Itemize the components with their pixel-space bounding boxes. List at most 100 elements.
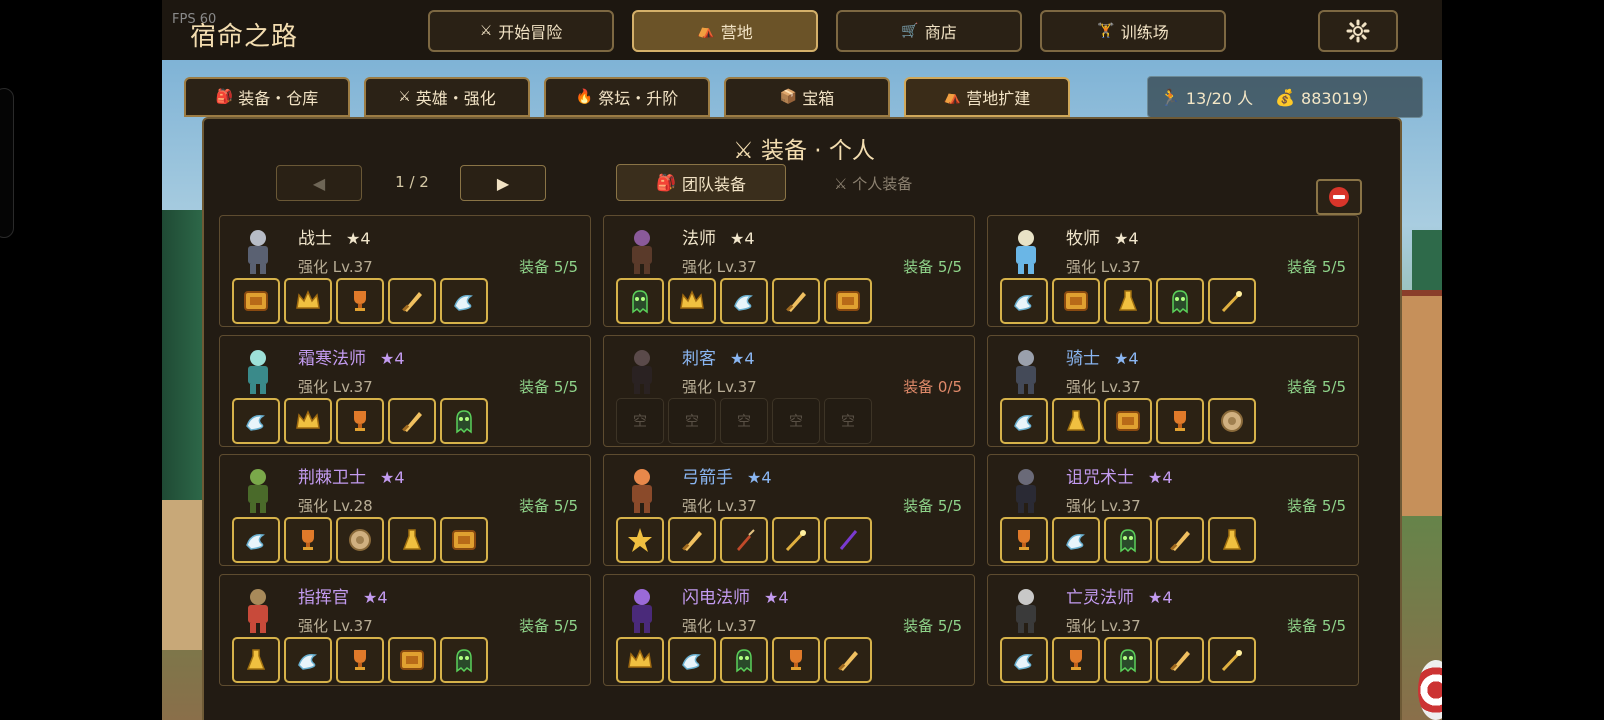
panel-title: ⚔ 装备 · 个人 [733, 138, 875, 164]
equipment-slot[interactable] [336, 637, 384, 683]
equipment-slot[interactable] [1104, 517, 1152, 563]
empty-equipment-slot[interactable]: 空 [824, 398, 872, 444]
nav-camp-button[interactable]: ⛺ 营地 [632, 10, 818, 52]
equipment-slot[interactable] [388, 398, 436, 444]
equip-count: 装备 0/5 [903, 378, 962, 396]
equipment-slot[interactable] [1052, 517, 1100, 563]
equipment-slot[interactable] [336, 517, 384, 563]
staff-icon [1221, 649, 1243, 672]
settings-button[interactable] [1318, 10, 1398, 52]
hero-card[interactable]: 弓箭手 ★4 强化 Lv.37 装备 5/5 [603, 454, 975, 566]
team-equipment-tab[interactable]: 🎒 团队装备 [616, 164, 786, 201]
hero-card[interactable]: 亡灵法师 ★4 强化 Lv.37 装备 5/5 [987, 574, 1359, 686]
empty-equipment-slot[interactable]: 空 [668, 398, 716, 444]
equipment-slot[interactable] [1156, 637, 1204, 683]
equipment-slot[interactable] [1208, 637, 1256, 683]
equipment-slot[interactable] [824, 278, 872, 324]
equipment-slot[interactable] [440, 517, 488, 563]
equipment-slot[interactable] [1104, 637, 1152, 683]
hero-card[interactable]: 牧师 ★4 强化 Lv.37 装备 5/5 [987, 215, 1359, 327]
star-rating: ★4 [363, 588, 388, 607]
equipment-slot[interactable] [824, 637, 872, 683]
personal-equipment-tab[interactable]: ⚔ 个人装备 [834, 173, 912, 194]
equipment-slot[interactable] [440, 398, 488, 444]
equipment-slot[interactable] [1104, 398, 1152, 444]
hero-card[interactable]: 诅咒术士 ★4 强化 Lv.37 装备 5/5 [987, 454, 1359, 566]
equipment-slot[interactable] [772, 278, 820, 324]
equipment-slot[interactable] [1000, 637, 1048, 683]
hero-card[interactable]: 战士 ★4 强化 Lv.37 装备 5/5 [219, 215, 591, 327]
equipment-slot[interactable] [1000, 278, 1048, 324]
nav-training-button[interactable]: 🏋 训练场 [1040, 10, 1226, 52]
equipment-slot[interactable] [1208, 398, 1256, 444]
equipment-slot[interactable] [336, 278, 384, 324]
equipment-slots [616, 637, 872, 685]
empty-equipment-slot[interactable]: 空 [772, 398, 820, 444]
tab-altar-ascend[interactable]: 🔥 祭坛・升阶 [544, 77, 710, 117]
equipment-slot[interactable] [388, 278, 436, 324]
boots-icon [246, 533, 265, 550]
hero-card[interactable]: 法师 ★4 强化 Lv.37 装备 5/5 [603, 215, 975, 327]
hero-level: 强化 Lv.37 [682, 617, 757, 635]
tab-camp-expansion[interactable]: ⛺ 营地扩建 [904, 77, 1070, 117]
hero-card[interactable]: 指挥官 ★4 强化 Lv.37 装备 5/5 [219, 574, 591, 686]
equipment-slot[interactable] [440, 637, 488, 683]
empty-equipment-slot[interactable]: 空 [616, 398, 664, 444]
equipment-slot[interactable] [1208, 278, 1256, 324]
equipment-slot[interactable] [616, 278, 664, 324]
equipment-slot[interactable] [616, 637, 664, 683]
prev-page-button[interactable]: ◀ [276, 165, 362, 201]
nav-start-adventure-button[interactable]: ⚔ 开始冒险 [428, 10, 614, 52]
equipment-slot[interactable] [1104, 278, 1152, 324]
hero-avatar-icon [248, 230, 268, 274]
equipment-slot[interactable] [388, 517, 436, 563]
equipment-slot[interactable] [232, 398, 280, 444]
star-rating: ★4 [730, 349, 755, 368]
nav-shop-button[interactable]: 🛒 商店 [836, 10, 1022, 52]
equipment-slot[interactable] [232, 517, 280, 563]
close-button[interactable] [1316, 179, 1362, 215]
equipment-slot[interactable] [668, 278, 716, 324]
tab-chest[interactable]: 📦 宝箱 [724, 77, 890, 117]
equipment-slot[interactable] [1156, 398, 1204, 444]
tab-equipment-storage[interactable]: 🎒 装备・仓库 [184, 77, 350, 117]
empty-equipment-slot[interactable]: 空 [720, 398, 768, 444]
equipment-slot[interactable] [232, 637, 280, 683]
equipment-slot[interactable] [284, 398, 332, 444]
trophy-icon [354, 650, 366, 670]
equip-count: 装备 5/5 [519, 378, 578, 396]
hero-card[interactable]: 霜寒法师 ★4 强化 Lv.37 装备 5/5 [219, 335, 591, 447]
equipment-slot[interactable] [616, 517, 664, 563]
equipment-slot[interactable] [284, 637, 332, 683]
equip-count: 装备 5/5 [1287, 497, 1346, 515]
equipment-slot[interactable] [668, 637, 716, 683]
equipment-slot[interactable] [1208, 517, 1256, 563]
equipment-slot[interactable] [772, 517, 820, 563]
equipment-slot[interactable] [1000, 398, 1048, 444]
equipment-slot[interactable] [284, 278, 332, 324]
equipment-slot[interactable] [1156, 278, 1204, 324]
hero-card[interactable]: 荆棘卫士 ★4 强化 Lv.28 装备 5/5 [219, 454, 591, 566]
equipment-slot[interactable] [388, 637, 436, 683]
equipment-slot[interactable] [720, 637, 768, 683]
equipment-slot[interactable] [1052, 398, 1100, 444]
hero-card[interactable]: 闪电法师 ★4 强化 Lv.37 装备 5/5 [603, 574, 975, 686]
equipment-slot[interactable] [232, 278, 280, 324]
equipment-slot[interactable] [824, 517, 872, 563]
equipment-slot[interactable] [720, 278, 768, 324]
equipment-slot[interactable] [1156, 517, 1204, 563]
equipment-slot[interactable] [440, 278, 488, 324]
equipment-slot[interactable] [1000, 517, 1048, 563]
equipment-slot[interactable] [284, 517, 332, 563]
equipment-slot[interactable] [1052, 278, 1100, 324]
equipment-slot[interactable] [720, 517, 768, 563]
hero-card[interactable]: 刺客 ★4 强化 Lv.37 装备 0/5 空空空空空 [603, 335, 975, 447]
tab-hero-upgrade[interactable]: ⚔ 英雄・强化 [364, 77, 530, 117]
next-page-button[interactable]: ▶ [460, 165, 546, 201]
equipment-slot[interactable] [336, 398, 384, 444]
equipment-slot[interactable] [772, 637, 820, 683]
ghost-icon [736, 649, 752, 673]
hero-card[interactable]: 骑士 ★4 强化 Lv.37 装备 5/5 [987, 335, 1359, 447]
equipment-slot[interactable] [668, 517, 716, 563]
equipment-slot[interactable] [1052, 637, 1100, 683]
